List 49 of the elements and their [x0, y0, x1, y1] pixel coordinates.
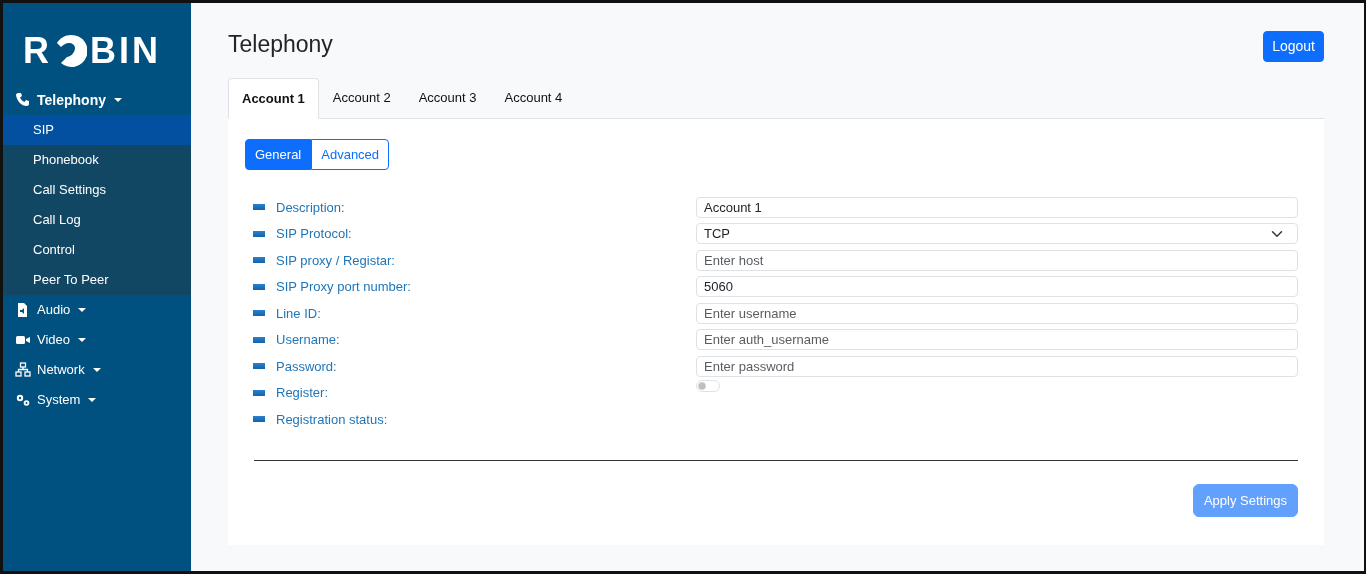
phone-icon: [15, 92, 31, 108]
bullet-icon: [253, 283, 265, 290]
account-tab[interactable]: Account 3: [404, 78, 491, 118]
bullet-icon: [253, 204, 265, 211]
bullet-icon: [253, 230, 265, 237]
field-label: Registration status:: [276, 410, 388, 429]
account-tab[interactable]: Account 1: [228, 78, 319, 119]
input-field[interactable]: Enter auth_username: [696, 329, 1298, 351]
segment-tab[interactable]: Advanced: [311, 138, 390, 170]
network-icon: [15, 362, 31, 378]
sidebar-item[interactable]: SIP: [3, 115, 191, 145]
bullet-icon: [253, 389, 265, 396]
number-field[interactable]: 5060: [696, 276, 1298, 298]
field-label: Register:: [276, 384, 329, 402]
input-field[interactable]: Account 1: [696, 196, 1298, 218]
sidebar-item[interactable]: Call Settings: [3, 175, 191, 205]
sidebar-menu-item[interactable]: Network: [3, 355, 191, 385]
logo-text: R: [23, 33, 52, 69]
field-label: SIP Proxy port number:: [276, 278, 411, 296]
page-title: Telephony: [228, 31, 333, 59]
field-label: Description:: [276, 198, 345, 217]
sidebar-item[interactable]: Call Log: [3, 205, 191, 235]
logout-button[interactable]: Logout: [1263, 31, 1324, 62]
protocol-dropdown[interactable]: TCP: [696, 223, 1298, 245]
input-field[interactable]: Enter username: [696, 302, 1298, 324]
bullet-icon: [253, 336, 265, 343]
field-label: SIP proxy / Registar:: [276, 251, 395, 270]
sidebar-menu-item[interactable]: System: [3, 385, 191, 415]
logo-text: BIN: [90, 33, 161, 69]
bullet-icon: [253, 363, 265, 370]
bullet-icon: [253, 310, 265, 317]
segment-tab[interactable]: General: [245, 138, 312, 170]
field-label: Line ID:: [276, 304, 321, 323]
password-field[interactable]: Enter password: [696, 355, 1298, 377]
sidebar-item[interactable]: Control: [3, 235, 191, 265]
sidebar-menu-item[interactable]: Audio: [3, 295, 191, 325]
bullet-icon: [253, 416, 265, 423]
account-tab[interactable]: Account 4: [490, 78, 577, 118]
sidebar-item[interactable]: Peer To Peer: [3, 265, 191, 295]
field-label: Username:: [276, 331, 340, 349]
account-tab[interactable]: Account 2: [318, 78, 405, 118]
field-label: Password:: [276, 357, 337, 376]
field-label: SIP Protocol:: [276, 225, 352, 243]
register-switch[interactable]: [696, 379, 720, 392]
sidebar-menu-item[interactable]: Video: [3, 325, 191, 355]
sidebar-menu-item[interactable]: Telephony: [3, 85, 191, 115]
input-field[interactable]: Enter host: [696, 249, 1298, 271]
sidebar-item[interactable]: Phonebook: [3, 145, 191, 175]
bullet-icon: [253, 257, 265, 264]
